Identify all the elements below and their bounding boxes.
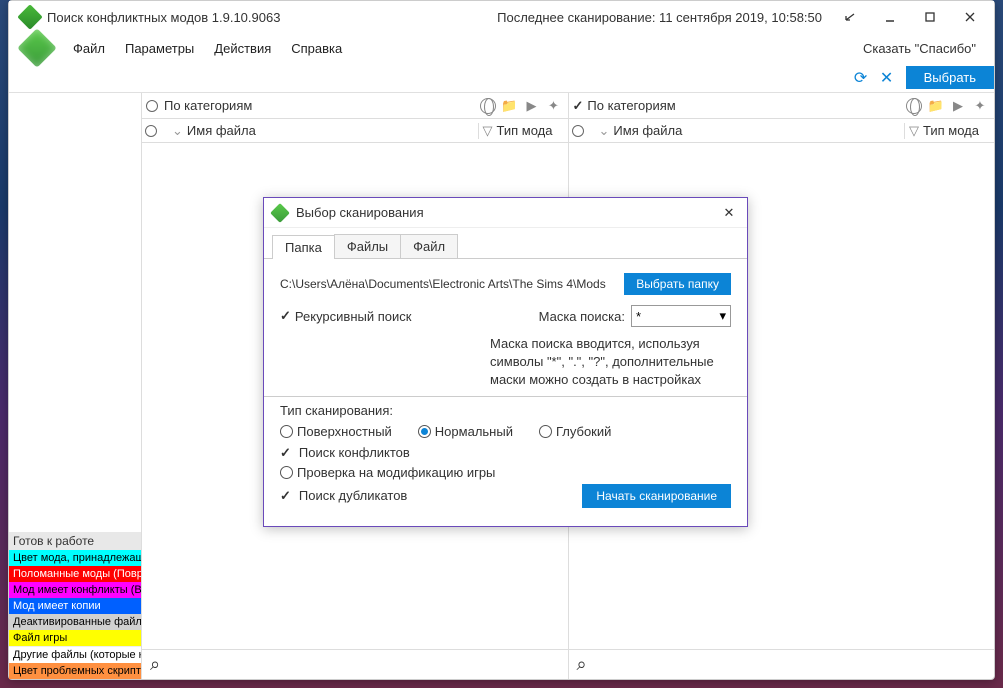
menu-actions[interactable]: Действия [204, 37, 281, 60]
scan-type-label: Тип сканирования: [280, 403, 731, 418]
play-icon[interactable]: ▶ [522, 96, 542, 116]
titlebar: Поиск конфликтных модов 1.9.10.9063 Посл… [9, 1, 994, 33]
mask-value: * [636, 309, 641, 324]
col-filename[interactable]: ⌄Имя файла [593, 123, 905, 139]
mask-label: Маска поиска: [539, 309, 625, 324]
recursive-label: Рекурсивный поиск [295, 309, 412, 324]
chevron-down-icon: ▾ [719, 308, 726, 324]
status-bar: Готов к работе [9, 532, 141, 550]
col-filename[interactable]: ⌄Имя файла [166, 123, 478, 139]
search-icon[interactable]: ⌕ [577, 654, 587, 675]
legend-owner-color: Цвет мода, принадлежащег [9, 550, 141, 566]
app-logo [19, 30, 55, 66]
last-scan-label: Последнее сканирование: 11 сентября 2019… [497, 10, 822, 25]
dialog-close-button[interactable]: ✕ [717, 205, 741, 221]
dialog-titlebar: Выбор сканирования ✕ [264, 198, 747, 228]
sort-icon: ⌄ [172, 123, 183, 139]
search-icon[interactable]: ⌕ [150, 654, 160, 675]
tab-files[interactable]: Файлы [334, 234, 401, 258]
left-sidebar: Готов к работе Цвет мода, принадлежащег … [9, 93, 141, 679]
filter-icon: ▽ [483, 123, 493, 139]
filter-icon: ▽ [909, 123, 919, 139]
right-columns: ⌄Имя файла ▽Тип мода [569, 119, 995, 143]
legend-deactivated: Деактивированные файлы [9, 614, 141, 630]
check-conflicts[interactable]: ✓Поиск конфликтов [280, 445, 731, 461]
folder-icon[interactable]: 📁 [926, 96, 946, 116]
start-scan-button[interactable]: Начать сканирование [582, 484, 731, 508]
maximize-button[interactable] [910, 3, 950, 31]
col-modtype[interactable]: ▽Тип мода [904, 123, 994, 139]
left-columns: ⌄Имя файла ▽Тип мода [142, 119, 568, 143]
path-display: C:\Users\Алёна\Documents\Electronic Arts… [280, 277, 616, 291]
folder-icon[interactable]: 📁 [500, 96, 520, 116]
clear-icon[interactable]: ✕ [874, 65, 900, 91]
left-category-label: По категориям [164, 98, 478, 113]
recursive-check[interactable]: ✓ [280, 308, 291, 324]
refresh-icon[interactable]: ⟳ [848, 65, 874, 91]
radio-normal[interactable]: Нормальный [418, 424, 513, 439]
tab-folder[interactable]: Папка [272, 235, 335, 259]
sort-icon: ⌄ [599, 123, 610, 139]
dialog-tabs: Папка Файлы Файл [264, 228, 747, 259]
menu-params[interactable]: Параметры [115, 37, 204, 60]
left-footer: ⌕ [142, 649, 568, 679]
legend-game-file: Файл игры [9, 630, 141, 646]
radio-surface[interactable]: Поверхностный [280, 424, 392, 439]
category-radio-off[interactable] [146, 100, 158, 112]
scan-type-radios: Поверхностный Нормальный Глубокий [280, 424, 731, 439]
mask-select[interactable]: * ▾ [631, 305, 731, 327]
category-check[interactable]: ✓ [573, 98, 584, 114]
row-radio[interactable] [572, 125, 584, 137]
close-button[interactable] [950, 3, 990, 31]
legend-scripts: Цвет проблемных скриптов [9, 663, 141, 679]
app-icon [19, 6, 41, 28]
window-title: Поиск конфликтных модов 1.9.10.9063 [47, 10, 280, 25]
right-category-label: По категориям [587, 98, 904, 113]
dialog-icon [270, 203, 290, 223]
legend-copies: Мод имеет копии [9, 598, 141, 614]
dialog-body: C:\Users\Алёна\Documents\Electronic Arts… [264, 259, 747, 526]
check-duplicates[interactable]: ✓Поиск дубликатов [280, 488, 407, 504]
toolbar: ⟳ ✕ Выбрать [9, 63, 994, 93]
globe-icon[interactable] [904, 96, 924, 116]
legend-other: Другие файлы (которые не [9, 646, 141, 663]
minimize-button[interactable] [870, 3, 910, 31]
left-pane-header: По категориям 📁 ▶ ✦ [142, 93, 568, 119]
mask-note: Маска поиска вводится, используя символы… [280, 335, 731, 390]
gear-icon[interactable]: ✦ [970, 96, 990, 116]
gear-icon[interactable]: ✦ [544, 96, 564, 116]
right-pane-header: ✓ По категориям 📁 ▶ ✦ [569, 93, 995, 119]
check-game-mod[interactable]: Проверка на модификацию игры [280, 465, 731, 480]
col-modtype[interactable]: ▽Тип мода [478, 123, 568, 139]
row-radio[interactable] [145, 125, 157, 137]
menu-file[interactable]: Файл [63, 37, 115, 60]
legend-conflicts: Мод имеет конфликты (Вкл [9, 582, 141, 598]
scan-dialog: Выбор сканирования ✕ Папка Файлы Файл C:… [263, 197, 748, 527]
menubar: Файл Параметры Действия Справка Сказать … [9, 33, 994, 63]
dialog-title: Выбор сканирования [296, 205, 717, 220]
tab-file[interactable]: Файл [400, 234, 458, 258]
choose-folder-button[interactable]: Выбрать папку [624, 273, 731, 295]
menu-help[interactable]: Справка [281, 37, 352, 60]
select-button[interactable]: Выбрать [906, 66, 994, 89]
play-icon[interactable]: ▶ [948, 96, 968, 116]
globe-icon[interactable] [478, 96, 498, 116]
legend-broken: Поломанные моды (Повре [9, 566, 141, 582]
undo-icon[interactable] [830, 3, 870, 31]
thanks-link[interactable]: Сказать "Спасибо" [853, 37, 986, 60]
right-footer: ⌕ [569, 649, 995, 679]
radio-deep[interactable]: Глубокий [539, 424, 611, 439]
